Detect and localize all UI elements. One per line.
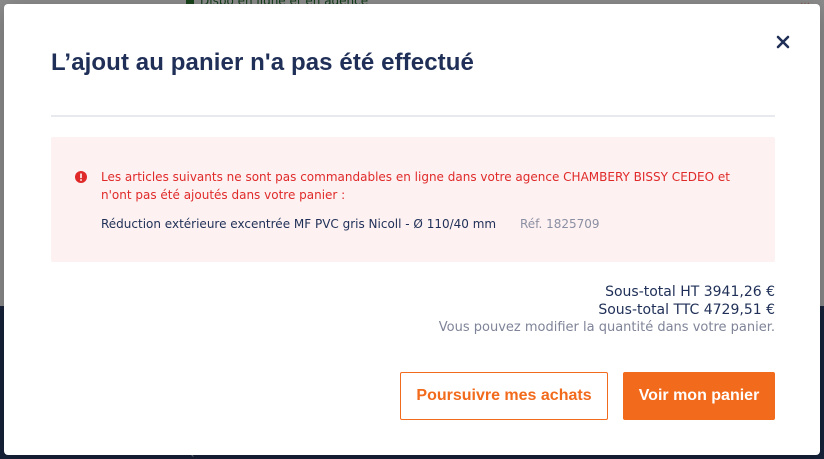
subtotal-ttc: Sous-total TTC 4729,51 € [598,302,775,318]
title-divider [51,115,775,117]
item-ref: Réf. 1825709 [519,217,600,231]
alert-icon [75,171,87,183]
continue-shopping-button[interactable]: Poursuivre mes achats [400,372,608,420]
unavailable-item: Réduction extérieure excentrée MF PVC gr… [101,217,761,231]
alert-message: Les articles suivants ne sont pas comman… [101,170,730,202]
close-icon [776,35,790,49]
add-to-cart-error-modal: L’ajout au panier n'a pas été effectué L… [4,4,820,455]
unavailable-items-alert: Les articles suivants ne sont pas comman… [51,137,775,262]
cart-totals: Sous-total HT 3941,26 € Sous-total TTC 4… [439,283,775,337]
modal-title: L’ajout au panier n'a pas été effectué [51,49,474,76]
quantity-note: Vous pouvez modifier la quantité dans vo… [438,320,775,335]
item-name: Réduction extérieure excentrée MF PVC gr… [101,217,497,231]
close-button[interactable] [773,32,793,52]
subtotal-ht: Sous-total HT 3941,26 € [605,284,775,300]
view-cart-button[interactable]: Voir mon panier [623,372,775,420]
